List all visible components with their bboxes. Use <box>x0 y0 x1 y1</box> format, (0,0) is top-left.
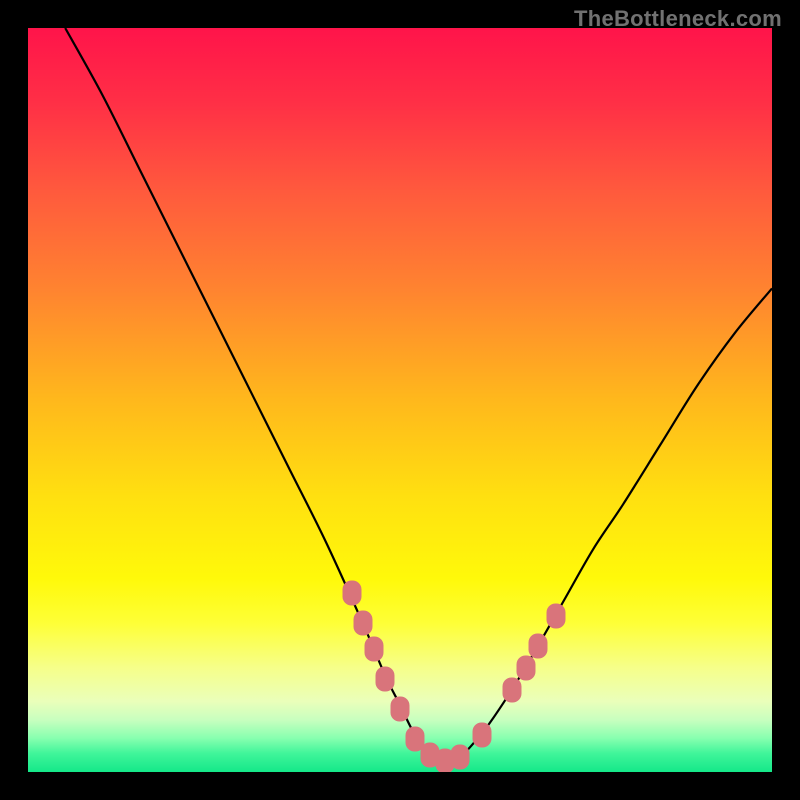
plot-area <box>28 28 772 772</box>
data-marker <box>517 655 536 680</box>
data-marker <box>342 581 361 606</box>
data-marker <box>353 611 372 636</box>
curve-path <box>65 28 772 761</box>
chart-frame: TheBottleneck.com <box>0 0 800 800</box>
data-marker <box>450 745 469 770</box>
data-marker <box>472 722 491 747</box>
bottleneck-curve <box>28 28 772 772</box>
data-marker <box>391 696 410 721</box>
data-marker <box>528 633 547 658</box>
data-marker <box>376 667 395 692</box>
data-marker <box>547 603 566 628</box>
data-marker <box>364 637 383 662</box>
watermark-text: TheBottleneck.com <box>574 6 782 32</box>
data-marker <box>502 678 521 703</box>
